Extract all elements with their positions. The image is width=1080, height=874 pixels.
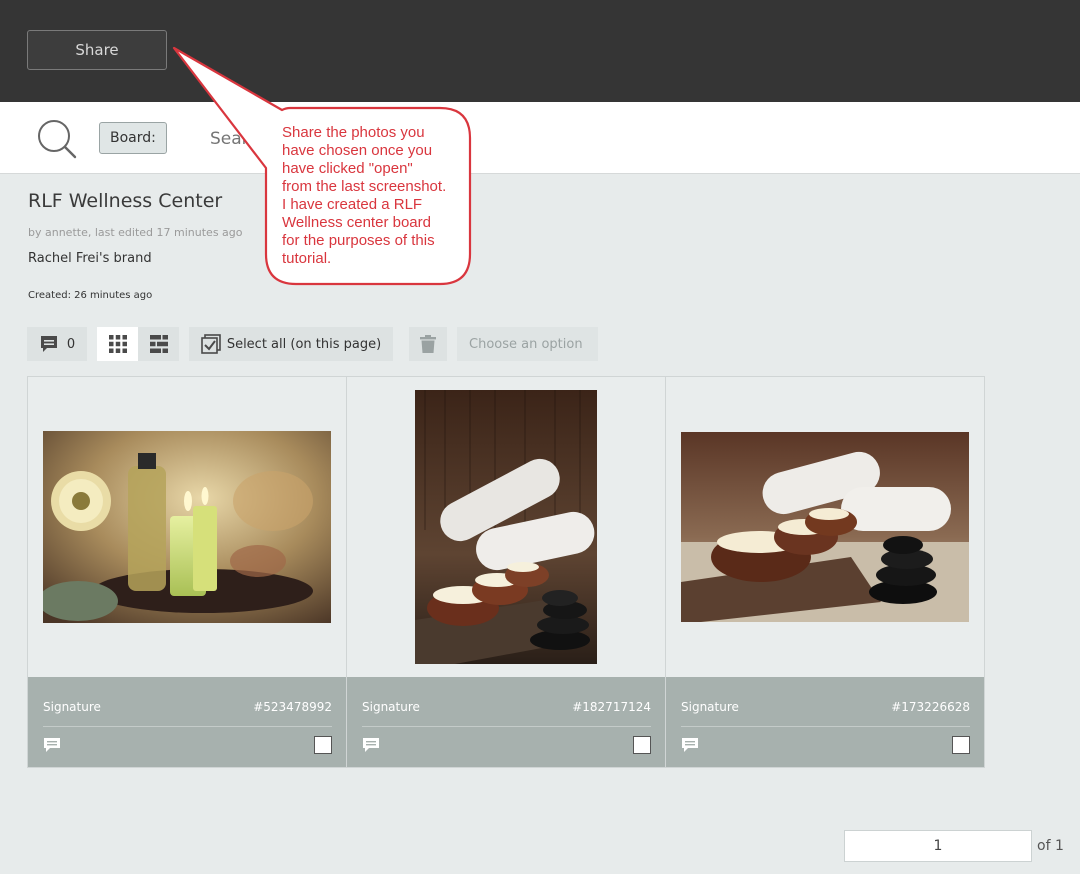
card-photo-area (666, 377, 984, 677)
board-meta: by annette, last edited 17 minutes ago (28, 226, 243, 239)
card-footer: Signature #182717124 (347, 677, 665, 767)
card-select-checkbox[interactable] (314, 736, 332, 754)
spa-candle-bowls-towels-photo[interactable] (681, 432, 969, 622)
page-total-label: of 1 (1037, 838, 1064, 854)
comment-count: 0 (66, 336, 76, 352)
callout-line: have clicked "open" (282, 160, 413, 177)
list-view-icon (149, 335, 168, 353)
card-photo-area (347, 377, 665, 677)
search-icon[interactable] (36, 118, 78, 160)
comments-button[interactable]: 0 (27, 327, 87, 361)
grid-view-button[interactable] (97, 327, 138, 361)
card-select-checkbox[interactable] (952, 736, 970, 754)
grid-view-icon (108, 335, 127, 353)
callout-line: for the purposes of this (282, 232, 435, 249)
spa-candles-flower-photo[interactable] (43, 431, 331, 623)
board-filter-chip[interactable]: Board: (99, 122, 167, 154)
page-number-input[interactable] (844, 830, 1032, 862)
card-image-id[interactable]: #523478992 (253, 700, 332, 714)
callout-line: Share the photos you (282, 124, 425, 141)
search-bar: Board: (0, 102, 1080, 174)
card-collection-name: Signature (681, 700, 739, 714)
card-select-checkbox[interactable] (633, 736, 651, 754)
top-bar: Share (0, 0, 1080, 102)
card-image-id[interactable]: #182717124 (572, 700, 651, 714)
board-created-date: Created: 26 minutes ago (28, 290, 153, 301)
comment-bubble-icon[interactable] (681, 737, 699, 753)
select-all-label: Select all (on this page) (226, 336, 382, 352)
callout-line: have chosen once you (282, 142, 433, 159)
callout-line: I have created a RLF (282, 196, 423, 213)
select-all-button[interactable]: Select all (on this page) (189, 327, 393, 361)
board-title: RLF Wellness Center (28, 190, 223, 212)
image-card[interactable]: Signature #173226628 (665, 376, 985, 768)
callout-line: from the last screenshot. (282, 178, 447, 195)
tutorial-callout-text: Share the photos you have chosen once yo… (282, 124, 462, 268)
callout-line: Wellness center board (282, 214, 431, 231)
image-card[interactable]: Signature #182717124 (346, 376, 666, 768)
card-divider (362, 726, 651, 727)
card-divider (43, 726, 332, 727)
delete-button[interactable] (409, 327, 447, 361)
mosaic-view-button[interactable] (138, 327, 179, 361)
card-divider (681, 726, 970, 727)
bulk-action-select[interactable]: Choose an option (457, 327, 598, 361)
spa-candles-stones-photo[interactable] (415, 390, 597, 664)
image-card[interactable]: Signature #523478992 (27, 376, 347, 768)
trash-icon (420, 335, 436, 353)
callout-line: tutorial. (282, 250, 332, 267)
card-image-id[interactable]: #173226628 (891, 700, 970, 714)
select-all-icon (201, 334, 221, 354)
board-description: Rachel Frei's brand (28, 251, 152, 266)
comment-icon (40, 336, 57, 352)
card-footer: Signature #523478992 (28, 677, 346, 767)
card-collection-name: Signature (362, 700, 420, 714)
card-collection-name: Signature (43, 700, 101, 714)
share-button[interactable]: Share (27, 30, 167, 70)
comment-bubble-icon[interactable] (43, 737, 61, 753)
card-photo-area (28, 377, 346, 677)
card-footer: Signature #173226628 (666, 677, 984, 767)
comment-bubble-icon[interactable] (362, 737, 380, 753)
